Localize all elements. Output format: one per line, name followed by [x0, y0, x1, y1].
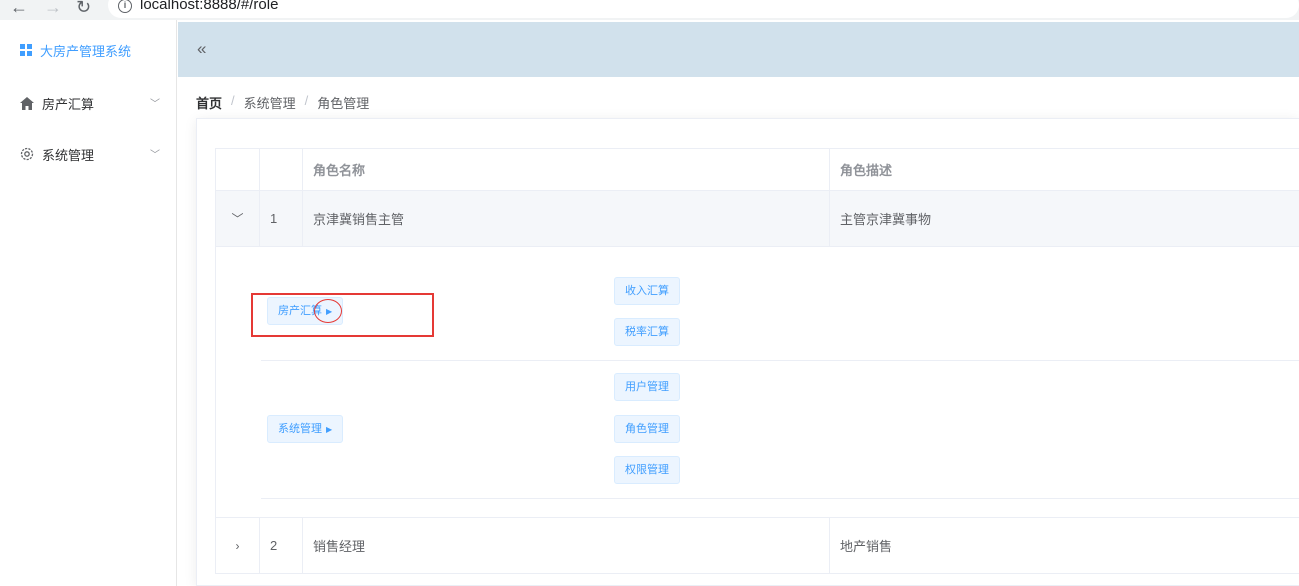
collapse-sidebar-icon[interactable]: « [197, 39, 206, 59]
app-title: 大房产管理系统 [40, 43, 132, 59]
table-row: ﹀ 1 京津冀销售主管 主管京津冀事物 [216, 191, 1299, 247]
breadcrumb-system: 系统管理 [243, 96, 296, 111]
breadcrumb: 首页 / 系统管理 / 角色管理 [196, 93, 369, 112]
role-table: 角色名称 角色描述 ﹀ 1 京津冀销售主管 主管京津冀事物 房产汇算 ▶ 收入汇算… [215, 148, 1299, 574]
tag-label: 收入汇算 [625, 285, 669, 297]
forward-arrow-icon[interactable]: → [44, 0, 62, 17]
table-row: › 2 销售经理 地产销售 [216, 518, 1299, 574]
app-logo[interactable]: 大房产管理系统 [20, 40, 131, 60]
header-expand-col [216, 149, 260, 190]
chevron-down-icon[interactable]: ﹀ [231, 210, 243, 227]
breadcrumb-separator: / [231, 93, 235, 108]
breadcrumb-separator: / [304, 93, 309, 108]
expanded-permissions: 房产汇算 ▶ 收入汇算 税率汇算 系统管理 ▶ 用户管理 角色管理 权限管理 [216, 247, 1299, 518]
permission-tag-level1[interactable]: 系统管理 ▶ [267, 415, 344, 443]
browser-toolbar: ← → ↻ i localhost:8888/#/role [0, 0, 1299, 20]
sidebar-item-system[interactable]: 系统管理 ﹀ [20, 144, 160, 164]
permission-tag-level1[interactable]: 房产汇算 ▶ [267, 297, 344, 325]
role-desc: 地产销售 [840, 539, 893, 554]
tag-label: 税率汇算 [625, 326, 669, 338]
row-index: 2 [260, 518, 303, 573]
grid-icon [20, 44, 32, 56]
permission-tag-level2[interactable]: 权限管理 [614, 456, 680, 484]
permission-tag-level2[interactable]: 用户管理 [614, 373, 680, 401]
sidebar-item-label: 系统管理 [42, 147, 95, 163]
chevron-down-icon: ﹀ [150, 150, 160, 161]
tag-label: 用户管理 [625, 381, 669, 393]
role-desc: 主管京津冀事物 [840, 212, 932, 227]
sidebar: 大房产管理系统 房产汇算 ﹀ 系统管理 ﹀ [0, 20, 177, 586]
sidebar-item-housing[interactable]: 房产汇算 ﹀ [20, 93, 160, 113]
row-index: 1 [260, 191, 303, 246]
role-name: 销售经理 [303, 518, 830, 573]
info-icon[interactable]: i [118, 0, 132, 13]
chevron-down-icon: ﹀ [150, 99, 160, 110]
chevron-right-icon[interactable]: › [236, 539, 240, 553]
permission-group: 房产汇算 ▶ 收入汇算 税率汇算 [261, 247, 1299, 361]
tag-label: 权限管理 [625, 464, 669, 476]
expand-toggle[interactable]: › [216, 518, 260, 573]
permission-tag-level2[interactable]: 角色管理 [614, 415, 680, 443]
permission-tag-level2[interactable]: 收入汇算 [614, 277, 680, 305]
tag-label: 系统管理 [278, 423, 322, 435]
breadcrumb-home[interactable]: 首页 [196, 93, 222, 112]
header-role-desc: 角色描述 [840, 163, 893, 178]
permission-group: 系统管理 ▶ 用户管理 角色管理 权限管理 [261, 361, 1299, 499]
gear-icon [20, 147, 34, 161]
tag-label: 房产汇算 [278, 305, 322, 317]
address-bar[interactable]: i localhost:8888/#/role [108, 0, 1299, 18]
caret-right-icon: ▶ [326, 425, 333, 434]
back-arrow-icon[interactable]: ← [10, 0, 28, 17]
header-index-col [260, 149, 303, 190]
url-text: localhost:8888/#/role [140, 0, 279, 13]
home-icon [20, 96, 34, 110]
table-header: 角色名称 角色描述 [216, 149, 1299, 191]
sidebar-item-label: 房产汇算 [42, 96, 95, 112]
reload-icon[interactable]: ↻ [76, 0, 91, 17]
header-role-name: 角色名称 [303, 149, 830, 190]
role-name: 京津冀销售主管 [303, 191, 830, 246]
breadcrumb-current: 角色管理 [317, 96, 370, 111]
caret-right-icon: ▶ [326, 307, 333, 316]
tag-label: 角色管理 [625, 423, 669, 435]
header-bar: « [178, 22, 1299, 77]
expand-toggle[interactable]: ﹀ [216, 191, 260, 246]
permission-tag-level2[interactable]: 税率汇算 [614, 318, 680, 346]
